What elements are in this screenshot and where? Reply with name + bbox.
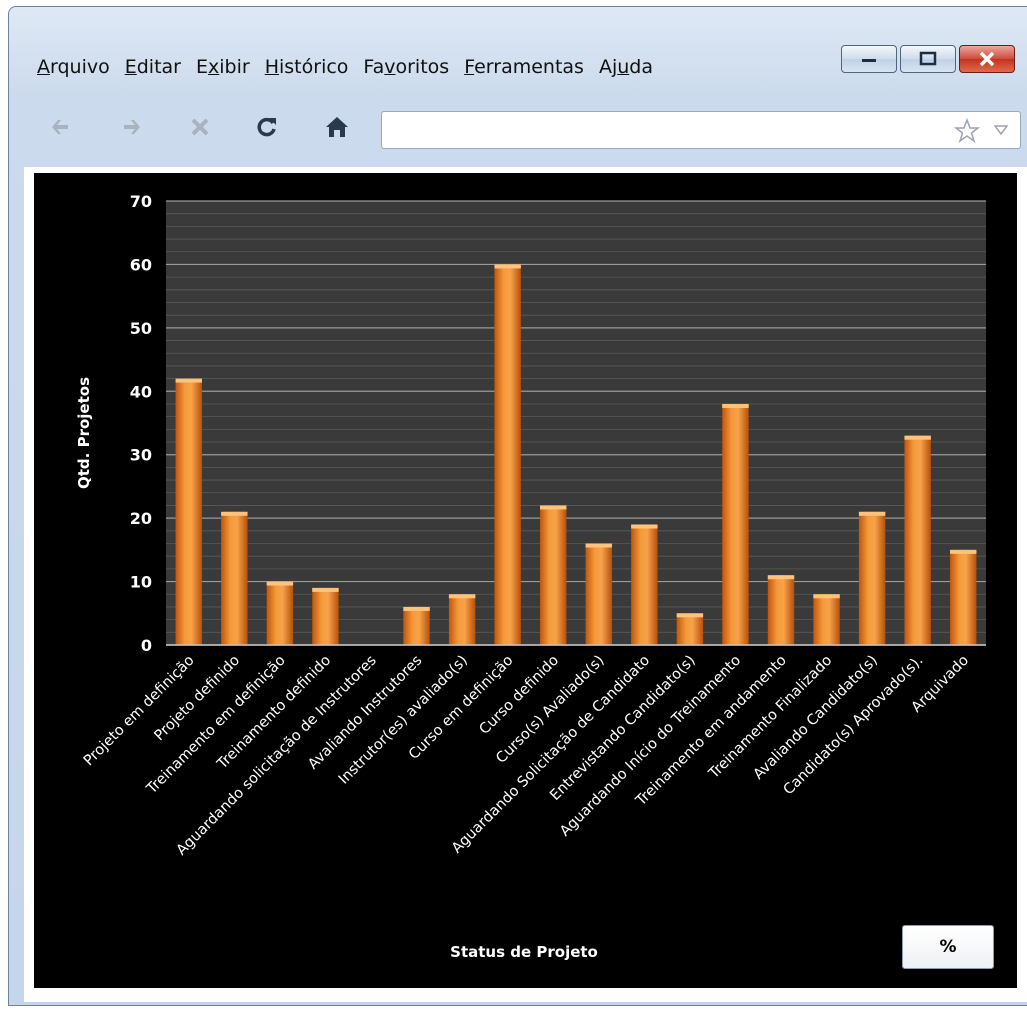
y-axis-label: Qtd. Projetos (75, 377, 93, 489)
percent-button[interactable]: % (902, 925, 994, 969)
reload-button[interactable] (249, 109, 285, 145)
close-icon (979, 51, 995, 67)
bar[interactable] (403, 606, 430, 645)
close-button[interactable] (959, 45, 1015, 73)
minimize-button[interactable] (841, 45, 897, 73)
bar-highlight (585, 543, 612, 548)
y-tick-label: 40 (130, 382, 152, 401)
bar[interactable] (221, 511, 248, 645)
bar[interactable] (722, 403, 749, 645)
bar-highlight (950, 549, 977, 554)
y-tick-label: 30 (130, 446, 152, 465)
bar-highlight (767, 575, 795, 580)
bar-highlight (312, 587, 339, 592)
bar[interactable] (950, 549, 977, 645)
menu-item-ajuda[interactable]: Ajuda (599, 56, 653, 78)
browser-window: Arquivo Editar Exibir Histórico Favoritos Fer… (8, 6, 1027, 1006)
bar-highlight (722, 403, 749, 408)
bar[interactable] (540, 505, 567, 645)
bar-highlight (494, 264, 521, 269)
stop-button[interactable] (182, 109, 218, 145)
bar-chart: 010203040506070 Projeto em definiçãoProj… (81, 192, 986, 859)
bar[interactable] (312, 587, 339, 645)
maximize-icon (919, 51, 937, 66)
y-tick-label: 0 (141, 636, 152, 655)
stop-icon (191, 118, 209, 136)
x-tick-label: Projeto definido (151, 652, 243, 744)
bar[interactable] (904, 435, 931, 645)
reload-icon (257, 117, 276, 137)
y-tick-label: 70 (130, 192, 152, 211)
chart-panel: 0 10 20 30 40 50 60 70 Projeto em definição Proj… (34, 173, 1017, 988)
navigation-toolbar (9, 97, 1027, 157)
menu-item-editar[interactable]: Editar (125, 56, 181, 78)
y-tick-label: 20 (130, 509, 152, 528)
bar-highlight (813, 594, 840, 599)
bar-highlight (266, 581, 294, 586)
menu-item-histórico[interactable]: Histórico (265, 56, 349, 78)
bookmark-star-icon[interactable] (954, 118, 980, 144)
home-button[interactable] (319, 109, 355, 145)
url-bar[interactable] (381, 111, 1021, 149)
minimize-icon (862, 59, 876, 62)
x-axis-label: Status de Projeto (450, 943, 598, 961)
bar-highlight (631, 524, 658, 529)
bar-highlight (403, 606, 430, 611)
home-icon (326, 117, 348, 137)
window-controls (841, 45, 1015, 73)
maximize-button[interactable] (900, 45, 956, 73)
y-tick-label: 50 (130, 319, 152, 338)
bar-highlight (221, 511, 248, 516)
bar[interactable] (494, 264, 521, 645)
x-tick-label: Curso definido (477, 652, 563, 738)
bar[interactable] (676, 613, 704, 645)
bar[interactable] (813, 594, 840, 645)
forward-button[interactable] (114, 109, 150, 145)
bar-highlight (448, 594, 476, 599)
bar-highlight (540, 505, 567, 510)
bar[interactable] (767, 575, 795, 645)
dropdown-arrow-icon[interactable] (994, 124, 1008, 136)
menu-bar: Arquivo Editar Exibir Histórico Favoritos Fer… (37, 51, 668, 83)
menu-item-favoritos[interactable]: Favoritos (363, 56, 449, 78)
bar[interactable] (175, 378, 202, 645)
bar[interactable] (266, 581, 294, 645)
bar[interactable] (448, 594, 476, 645)
menu-item-ferramentas[interactable]: Ferramentas (464, 56, 584, 78)
bar-highlight (175, 378, 202, 383)
back-icon (52, 120, 68, 134)
page-content: 0 10 20 30 40 50 60 70 Projeto em definição Proj… (24, 167, 1027, 1002)
y-tick-label: 10 (130, 573, 152, 592)
bar[interactable] (858, 511, 886, 645)
bar[interactable] (585, 543, 612, 645)
y-tick-label: 60 (130, 255, 152, 274)
menu-item-arquivo[interactable]: Arquivo (37, 56, 110, 78)
back-button[interactable] (42, 109, 78, 145)
bar-highlight (676, 613, 704, 618)
forward-icon (124, 120, 140, 134)
menu-item-exibir[interactable]: Exibir (196, 56, 250, 78)
bar-highlight (904, 435, 931, 440)
bar-highlight (858, 511, 886, 516)
bar[interactable] (631, 524, 658, 645)
